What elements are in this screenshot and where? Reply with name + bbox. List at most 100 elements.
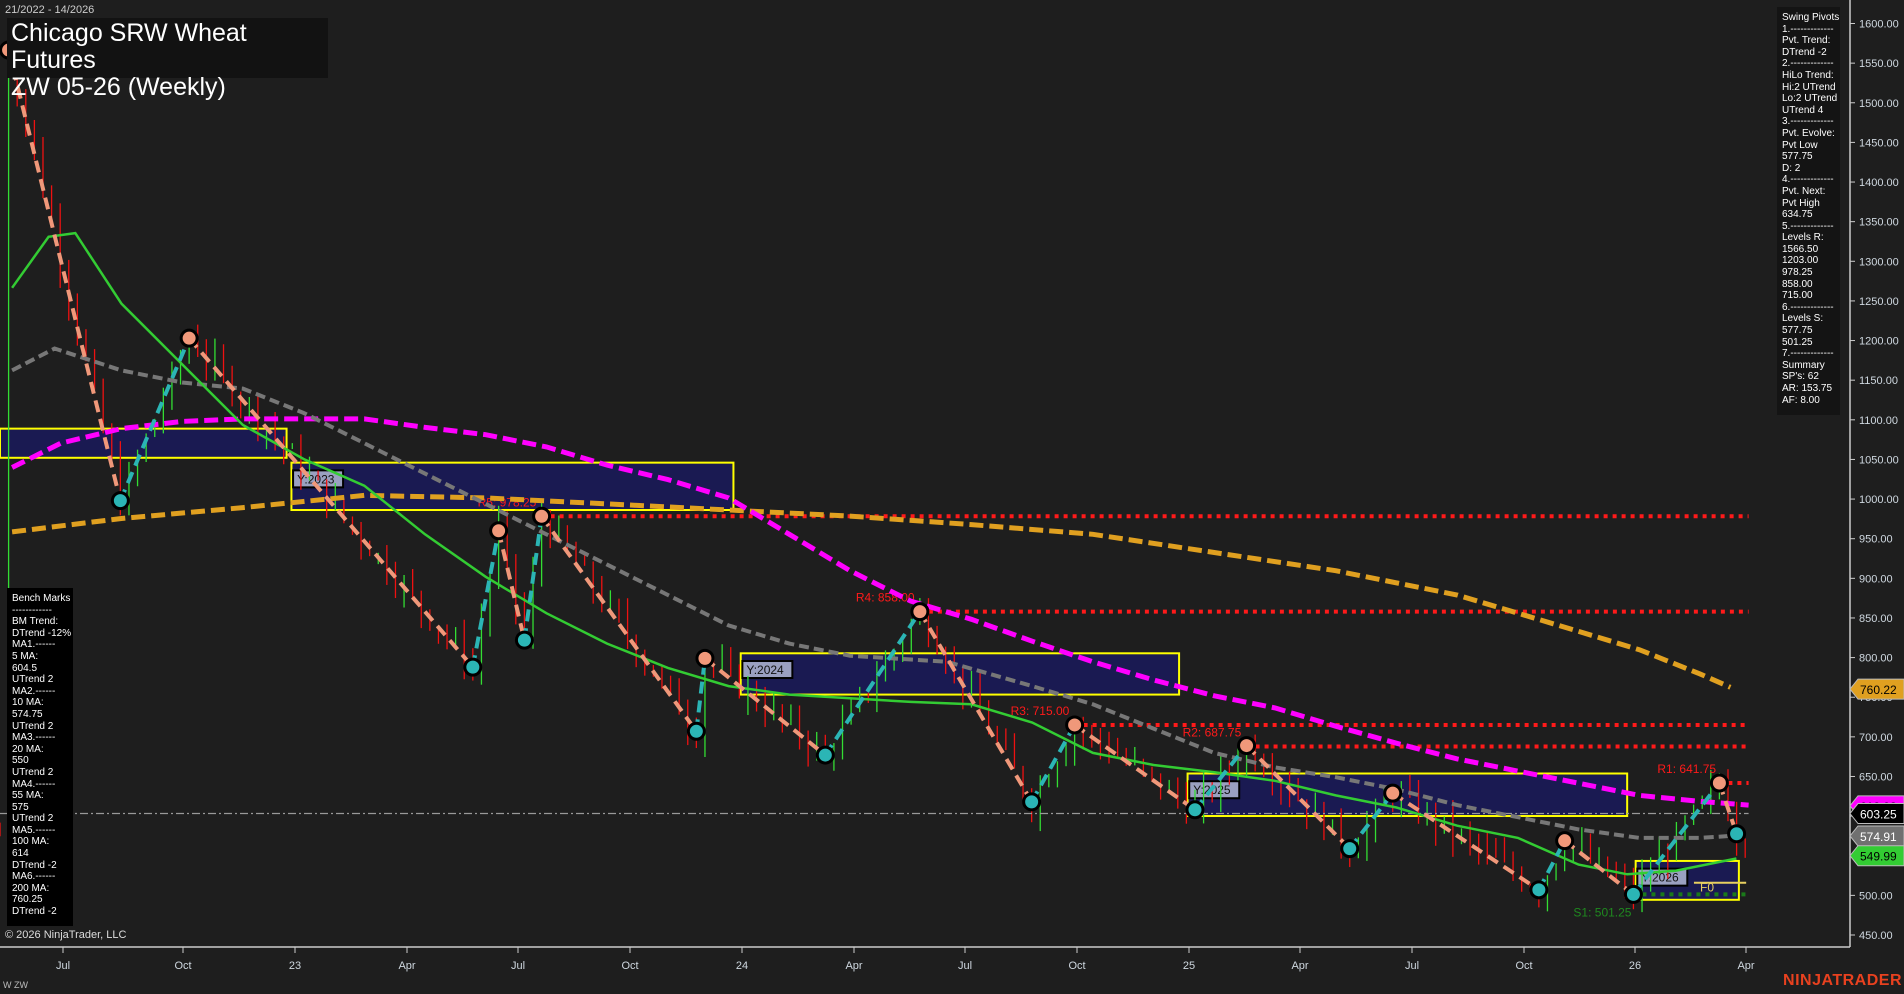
price-marker-label: 760.22: [1860, 683, 1897, 697]
price-tick-label: 1500.00: [1859, 98, 1899, 110]
time-tick-label: Apr: [1291, 960, 1308, 972]
time-tick-label: Jul: [1405, 960, 1419, 972]
time-tick-label: Apr: [845, 960, 862, 972]
instrument-code: W ZW: [3, 980, 28, 990]
pivot-panel-line: Pvt. Evolve:: [1782, 127, 1835, 139]
bench-panel-line: DTrend -12%: [12, 627, 72, 639]
pivot-panel-line: 634.75: [1782, 209, 1813, 221]
swing-high-marker: [910, 602, 930, 622]
bench-panel-line: UTrend 2: [12, 813, 54, 825]
year-range-box: [739, 652, 1181, 696]
swing-low-marker: [463, 657, 483, 677]
price-tick-label: 900.00: [1859, 573, 1893, 585]
bench-panel-line: MA2.------: [12, 685, 56, 697]
bench-panel-line: DTrend -2: [12, 859, 57, 871]
price-tick-label: 1200.00: [1859, 336, 1899, 348]
bench-panel-line: BM Trend:: [12, 616, 59, 628]
bench-panel-line: 604.5: [12, 662, 38, 674]
price-tick-label: 700.00: [1859, 732, 1893, 744]
pivot-panel-line: Pvt High: [1782, 197, 1820, 209]
up-swing-line: [1029, 723, 1077, 803]
copyright: © 2026 NinjaTrader, LLC: [5, 929, 127, 941]
time-tick-label: 25: [1183, 960, 1195, 972]
swing-low-marker: [1185, 800, 1205, 820]
bench-panel-line: 55 MA:: [12, 790, 44, 802]
pivot-panel-line: 1203.00: [1782, 255, 1819, 267]
pivot-panel-line: 3.-------------: [1782, 116, 1834, 128]
price-tick-label: 800.00: [1859, 653, 1893, 665]
swing-low-marker: [1727, 824, 1747, 844]
pivot-panel-line: AF: 8.00: [1782, 394, 1820, 406]
swing-high-marker: [1709, 773, 1729, 793]
pivot-panel-line: SP's: 62: [1782, 371, 1819, 383]
bench-panel-line: ------------: [12, 604, 52, 616]
level-label: R1: 641.75: [1657, 762, 1716, 776]
up-swing-line: [694, 658, 707, 732]
bench-panel-line: MA4.------: [12, 778, 56, 790]
pivot-panel-line: 577.75: [1782, 325, 1813, 337]
price-tick-label: 1550.00: [1859, 58, 1899, 70]
swing-high-marker: [1237, 736, 1257, 756]
price-marker-label: 574.91: [1860, 830, 1897, 844]
swing-high-marker: [1065, 715, 1085, 735]
pivot-panel-line: 978.25: [1782, 267, 1813, 279]
contract-title: ZW 05-26 (Weekly): [11, 73, 226, 101]
swing-low-marker: [110, 491, 130, 511]
bench-panel-line: 100 MA:: [12, 836, 50, 848]
time-tick-label: Oct: [1515, 960, 1532, 972]
bench-panel-line: UTrend 2: [12, 674, 54, 686]
pivot-panel-line: 4.-------------: [1782, 174, 1834, 186]
swing-low-marker: [815, 745, 835, 765]
price-tick-label: 950.00: [1859, 534, 1893, 546]
price-tick-label: 450.00: [1859, 930, 1893, 942]
price-tick-label: 1050.00: [1859, 454, 1899, 466]
bench-panel-line: 10 MA:: [12, 697, 44, 709]
time-tick-label: Oct: [1068, 960, 1085, 972]
pivot-panel-line: 2.-------------: [1782, 58, 1834, 70]
instrument-title: Chicago SRW Wheat Futures: [11, 19, 247, 74]
time-tick-label: Apr: [1737, 960, 1754, 972]
price-tick-label: 1250.00: [1859, 296, 1899, 308]
time-tick-label: 26: [1629, 960, 1641, 972]
pivot-panel-line: Levels S:: [1782, 313, 1824, 325]
pivot-panel-line: HiLo Trend:: [1782, 69, 1834, 81]
bench-panel-line: 550: [12, 755, 29, 767]
pivot-panel-line: Hi:2 UTrend: [1782, 81, 1836, 93]
swing-high-marker: [695, 648, 715, 668]
pivot-panel-line: 858.00: [1782, 278, 1813, 290]
pivot-panel-line: 5.-------------: [1782, 220, 1834, 232]
price-marker-label: 549.99: [1860, 850, 1897, 864]
bench-panel-line: UTrend 2: [12, 766, 54, 778]
year-label: Y:2024: [746, 663, 784, 677]
price-tick-label: 1600.00: [1859, 19, 1899, 31]
swing-high-marker: [179, 328, 199, 348]
pivot-panel-line: UTrend 4: [1782, 104, 1824, 116]
price-tick-label: 1450.00: [1859, 137, 1899, 149]
time-tick-label: Jul: [958, 960, 972, 972]
pivot-panel-line: Summary: [1782, 359, 1825, 371]
price-chart[interactable]: Y:2023Y:2024Y:2025Y:2026F0 R5: 978.25R4:…: [0, 0, 1904, 994]
time-tick-label: 24: [736, 960, 748, 972]
up-swing-line: [470, 530, 501, 668]
bench-panel-line: UTrend 2: [12, 720, 54, 732]
price-marker-label: 603.25: [1860, 808, 1897, 822]
swing-high-marker: [532, 506, 552, 526]
pivot-panel-line: 715.00: [1782, 290, 1813, 302]
swing-low-marker: [1340, 839, 1360, 859]
pivot-panel-line: 577.75: [1782, 151, 1813, 163]
date-range: 21/2022 - 14/2026: [5, 4, 95, 16]
swing-low-marker: [1623, 884, 1643, 904]
bench-panel-line: MA1.------: [12, 639, 56, 651]
time-tick-label: Jul: [511, 960, 525, 972]
swing-low-marker: [1022, 792, 1042, 812]
swing-high-marker: [1383, 783, 1403, 803]
price-tick-label: 1350.00: [1859, 217, 1899, 229]
price-tick-label: 1150.00: [1859, 375, 1898, 387]
price-tick-label: 650.00: [1859, 771, 1893, 783]
time-tick-label: Apr: [398, 960, 415, 972]
pivot-panel-line: Pvt Low: [1782, 139, 1818, 151]
bench-panel-line: Bench Marks: [12, 593, 71, 604]
time-tick-label: Oct: [174, 960, 191, 972]
pivot-panel-line: Pvt. Next:: [1782, 185, 1826, 197]
price-tick-label: 1400.00: [1859, 177, 1899, 189]
